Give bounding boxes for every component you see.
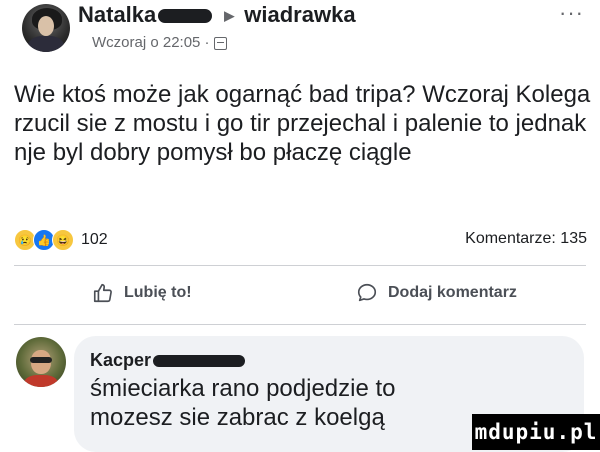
laugh-reaction-icon: 😆 (52, 229, 74, 251)
post-timestamp[interactable]: Wczoraj o 22:05 · (92, 34, 227, 51)
more-icon[interactable]: ··· (559, 0, 584, 26)
avatar-face (38, 16, 54, 36)
post-author-name[interactable]: Natalka (78, 2, 156, 27)
divider (14, 324, 586, 325)
timestamp-text: Wczoraj o 22:05 · (92, 34, 210, 51)
comment-bubble-icon (357, 283, 377, 302)
reaction-count: 102 (81, 231, 108, 248)
avatar-shirt (24, 375, 58, 387)
comment-label: Dodaj komentarz (388, 284, 517, 301)
post-header: Natalka ▶ wiadrawka (78, 2, 356, 28)
commenter-avatar[interactable] (16, 337, 66, 387)
arrow-right-icon: ▶ (224, 8, 235, 24)
comment-author: Kacper (90, 350, 251, 371)
redaction-bar (153, 355, 246, 368)
avatar-glasses (30, 357, 52, 363)
audience-icon (213, 36, 227, 50)
thumb-up-icon (93, 283, 112, 303)
reaction-summary[interactable]: 😢 👍 😆 102 (14, 229, 108, 251)
comments-count[interactable]: Komentarze: 135 (465, 230, 587, 248)
divider (14, 265, 586, 266)
comment-button[interactable]: Dodaj komentarz (356, 282, 517, 304)
group-name[interactable]: wiadrawka (244, 2, 355, 27)
redaction-bar (158, 9, 213, 24)
comment-text: śmieciarka rano podjedzie to mozesz sie … (90, 375, 396, 431)
like-label: Lubię to! (124, 284, 192, 301)
watermark: mdupiu.pl (472, 414, 600, 450)
post-text: Wie ktoś może jak ogarnąć bad tripa? Wcz… (14, 81, 591, 166)
comment-author-name[interactable]: Kacper (90, 350, 151, 370)
avatar-body (28, 36, 64, 52)
post-author-avatar[interactable] (22, 4, 70, 52)
like-button[interactable]: Lubię to! (92, 282, 192, 304)
